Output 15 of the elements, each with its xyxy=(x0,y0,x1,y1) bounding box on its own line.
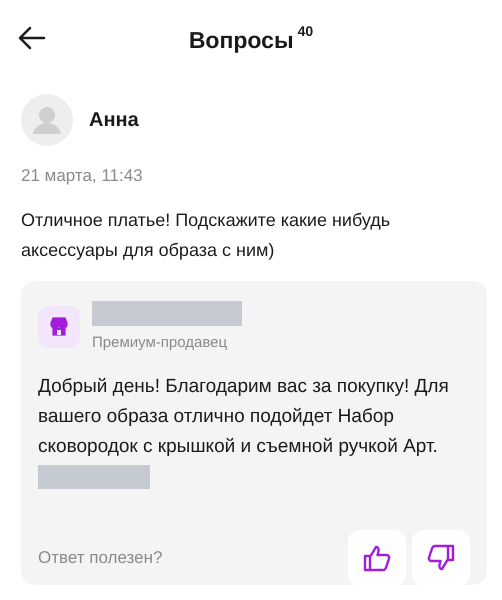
shop-icon xyxy=(38,306,80,348)
question-count: 40 xyxy=(298,22,314,41)
author-name: Анна xyxy=(89,108,139,133)
thumbs-down-button[interactable] xyxy=(412,530,470,586)
question-date: 21 марта, 11:43 xyxy=(21,165,144,187)
answer-text: Добрый день! Благодарим вас за покупку! Для вашего образа отлично подойдет Набор сковородок с крышкой и съемной ручкой Арт. xyxy=(38,376,449,457)
avatar-icon xyxy=(21,94,73,146)
thumbs-down-icon xyxy=(426,543,456,573)
feedback-prompt: Ответ полезен? xyxy=(38,547,162,570)
page-title: Вопросы xyxy=(188,26,294,55)
thumbs-up-button[interactable] xyxy=(348,530,406,586)
question-text: Отличное платье! Подскажите какие нибудь аксессуары для образа с ним) xyxy=(21,208,392,262)
seller-status-label: Премиум-продавец xyxy=(92,332,228,352)
thumbs-up-icon xyxy=(362,543,392,573)
back-arrow-icon[interactable] xyxy=(18,26,46,50)
